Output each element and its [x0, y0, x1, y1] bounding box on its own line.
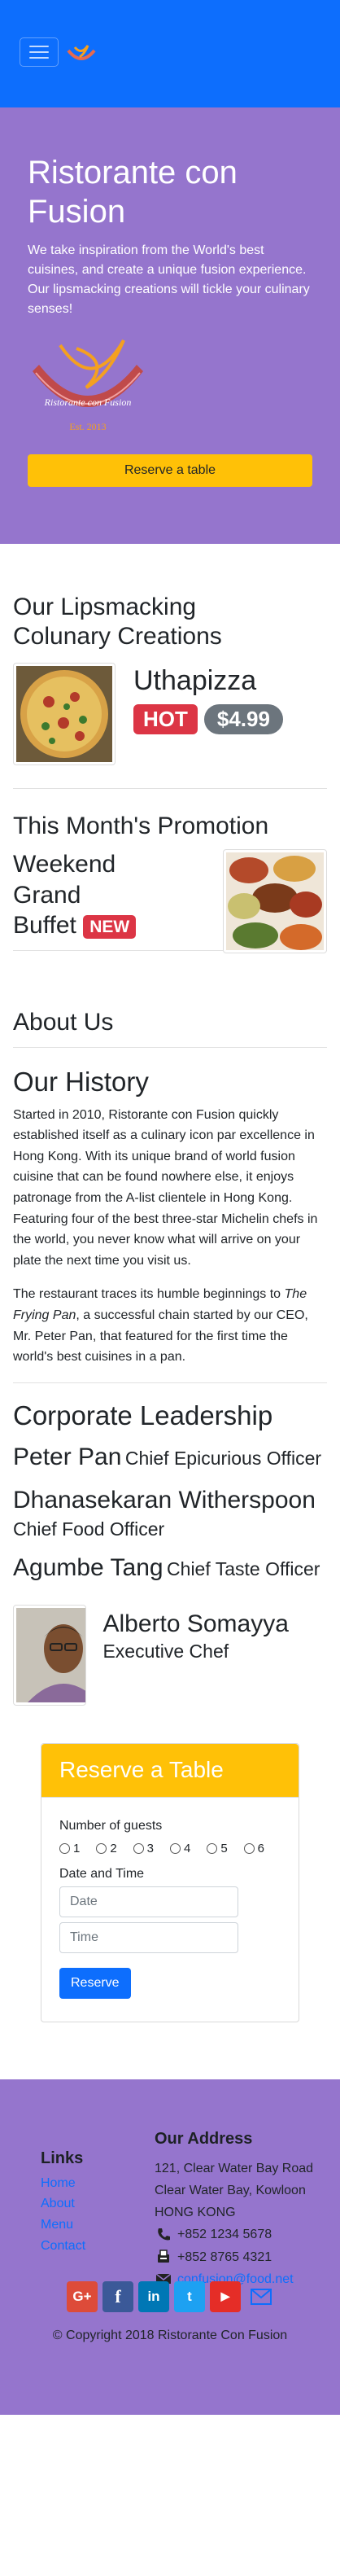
hamburger-menu-icon[interactable]	[20, 37, 59, 67]
guest-radio-2[interactable]: 2	[96, 1842, 133, 1855]
history-paragraph-2: The restaurant traces its humble beginni…	[13, 1287, 308, 1365]
dishes-heading-line2: Colunary Creations	[13, 623, 222, 650]
history-heading: Our History	[13, 1067, 149, 1097]
guest-radio-4[interactable]: 4	[169, 1842, 207, 1855]
new-badge: NEW	[83, 914, 137, 939]
footer: Links Home About Menu Contact Our Addres…	[0, 2079, 340, 2415]
promotion-image	[223, 849, 327, 953]
reserve-table-button[interactable]: Reserve a table	[28, 454, 312, 487]
address-line: HONG KONG	[155, 2206, 236, 2220]
reserve-submit-button[interactable]: Reserve	[59, 1967, 131, 1999]
envelope-icon[interactable]	[246, 2281, 277, 2312]
guests-radio-group: 1 2 3 4 5 6	[59, 1842, 281, 1855]
price-badge: $4.99	[203, 704, 283, 734]
footer-link-menu[interactable]: Menu	[41, 2215, 85, 2236]
phone-number: +852 1234 5678	[177, 2228, 272, 2242]
guest-radio-1[interactable]: 1	[59, 1842, 96, 1855]
date-input[interactable]: Date	[59, 1886, 238, 1917]
promotion-heading: This Month's Promotion	[13, 813, 269, 839]
twitter-icon[interactable]: t	[174, 2280, 205, 2312]
hot-badge: HOT	[133, 704, 198, 734]
address-line: 121, Clear Water Bay Road	[155, 2161, 314, 2175]
footer-address: Our Address 121, Clear Water Bay Road Cl…	[155, 2125, 313, 2290]
guests-label: Number of guests	[59, 1818, 163, 1833]
leader-item: Agumbe Tang Chief Taste Officer	[13, 1554, 320, 1582]
guest-radio-5[interactable]: 5	[207, 1842, 243, 1855]
dishes-section: Our Lipsmacking Colunary Creations Uthap…	[0, 593, 340, 788]
fax-number: +852 8765 4321	[177, 2250, 272, 2264]
footer-links: Links Home About Menu Contact	[41, 2149, 85, 2256]
footer-link-home[interactable]: Home	[41, 2173, 85, 2194]
time-input[interactable]: Time	[59, 1921, 238, 1953]
fax-icon	[155, 2250, 172, 2264]
footer-link-about[interactable]: About	[41, 2193, 85, 2215]
copyright: © Copyright 2018 Ristorante Con Fusion	[52, 2328, 288, 2342]
google-plus-icon[interactable]: G+	[67, 2280, 98, 2312]
linkedin-icon[interactable]: in	[138, 2280, 169, 2312]
datetime-label: Date and Time	[59, 1866, 145, 1881]
promotion-title: Weekend Grand Buffet NEW	[13, 849, 137, 953]
restaurant-logo-icon[interactable]	[63, 42, 99, 64]
promotion-section: This Month's Promotion Weekend Grand Buf…	[0, 789, 340, 953]
phone-icon	[155, 2228, 172, 2242]
reserve-card: Reserve a Table Number of guests 1 2 3 4…	[41, 1742, 299, 2022]
avatar	[13, 1604, 87, 1706]
jumbotron-title: Ristorante con Fusion	[28, 155, 238, 230]
dishes-heading-line1: Our Lipsmacking	[13, 594, 197, 620]
guest-radio-6[interactable]: 6	[243, 1842, 281, 1855]
social-links: G+ f in t ▶	[67, 2280, 277, 2312]
address-line: Clear Water Bay, Kowloon	[155, 2184, 306, 2198]
dish-image	[13, 663, 116, 765]
links-heading: Links	[41, 2149, 84, 2167]
jumbotron: Ristorante con Fusion We take inspiratio…	[0, 107, 340, 544]
restaurant-logo: Ristorante con Fusion Est. 2013	[33, 340, 143, 432]
reserve-card-title: Reserve a Table	[41, 1743, 299, 1798]
history-paragraph-1: Started in 2010, Ristorante con Fusion q…	[13, 1107, 318, 1268]
dish-name: Uthapizza	[133, 665, 257, 696]
leader-item: Dhanasekaran Witherspoon Chief Food Offi…	[13, 1486, 316, 1540]
about-heading: About Us	[13, 1009, 114, 1036]
footer-link-contact[interactable]: Contact	[41, 2236, 85, 2257]
jumbotron-description: We take inspiration from the World's bes…	[28, 243, 310, 316]
about-section: About Us	[0, 951, 340, 1037]
guest-radio-3[interactable]: 3	[133, 1842, 170, 1855]
svg-text:Est. 2013: Est. 2013	[69, 421, 106, 432]
navbar	[0, 0, 340, 107]
svg-text:Ristorante con Fusion: Ristorante con Fusion	[44, 396, 132, 408]
leader-item: Peter Pan Chief Epicurious Officer	[13, 1444, 322, 1471]
leadership-heading: Corporate Leadership	[13, 1400, 273, 1430]
youtube-icon[interactable]: ▶	[210, 2280, 241, 2312]
featured-leader: Alberto Somayya Executive Chef	[102, 1610, 289, 1662]
leadership-section: Corporate Leadership Peter Pan Chief Epi…	[0, 1383, 340, 1706]
address-heading: Our Address	[155, 2129, 253, 2148]
facebook-icon[interactable]: f	[102, 2280, 133, 2312]
